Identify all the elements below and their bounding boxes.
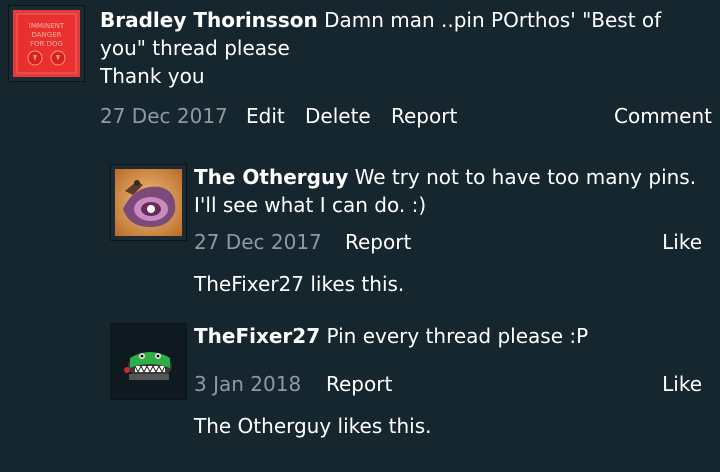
warning-sign-avatar-icon: IMMINENT DANGER FOR DOG xyxy=(13,10,80,77)
user-avatar[interactable]: IMMINENT DANGER FOR DOG xyxy=(8,5,85,82)
avatar-sign-line2: DANGER xyxy=(31,31,61,39)
post-username[interactable]: Bradley Thorinsson xyxy=(100,8,318,32)
reply-message: The Otherguy We try not to have too many… xyxy=(194,163,706,219)
reply-meta: 3 Jan 2018 Report Like xyxy=(194,372,702,396)
reply-like-link[interactable]: Like xyxy=(662,372,702,396)
avatar-sign-line1: IMMINENT xyxy=(29,22,65,30)
delete-link[interactable]: Delete xyxy=(305,104,371,128)
reply-date[interactable]: 3 Jan 2018 xyxy=(194,372,301,396)
edit-link[interactable]: Edit xyxy=(246,104,285,128)
reply-report-link[interactable]: Report xyxy=(326,372,392,396)
post-message-line2: Thank you xyxy=(100,64,205,88)
reply-meta: 27 Dec 2017 Report Like xyxy=(194,230,702,254)
reply-avatar[interactable] xyxy=(110,323,187,400)
eye-creature-avatar-icon xyxy=(115,169,182,236)
reply-message: TheFixer27 Pin every thread please :P xyxy=(194,322,706,350)
reply-likes-summary: The Otherguy likes this. xyxy=(194,414,432,438)
avatar-sign-line3: FOR DOG xyxy=(30,40,63,48)
reply-like-link[interactable]: Like xyxy=(662,230,702,254)
reply-date[interactable]: 27 Dec 2017 xyxy=(194,230,322,254)
reply-message-text: Pin every thread please :P xyxy=(326,324,589,348)
report-link[interactable]: Report xyxy=(391,104,457,128)
reply-username[interactable]: The Otherguy xyxy=(194,165,348,189)
post-meta: 27 Dec 2017 Edit Delete Report Comment xyxy=(100,104,712,128)
post-date[interactable]: 27 Dec 2017 xyxy=(100,104,228,128)
post-message: Bradley Thorinsson Damn man ..pin POrtho… xyxy=(100,6,710,90)
reply-username[interactable]: TheFixer27 xyxy=(194,324,320,348)
comment-link[interactable]: Comment xyxy=(614,104,712,128)
reply-report-link[interactable]: Report xyxy=(345,230,411,254)
reply-likes-summary: TheFixer27 likes this. xyxy=(194,272,405,296)
green-monster-avatar-icon xyxy=(115,328,182,395)
reply-avatar[interactable] xyxy=(110,164,187,241)
